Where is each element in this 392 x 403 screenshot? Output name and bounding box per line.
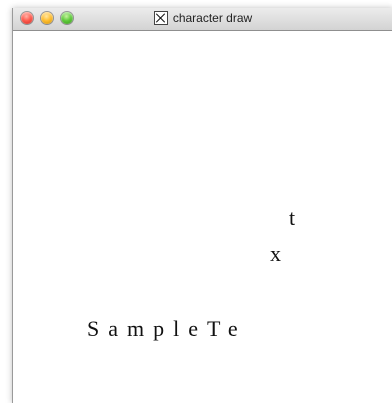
- glyph-t: t: [289, 205, 296, 230]
- title-bar[interactable]: character draw: [13, 8, 392, 31]
- app-window: character draw t x SampleTe: [12, 8, 392, 403]
- x-window-icon: [153, 11, 168, 25]
- glyph-x: x: [270, 241, 281, 266]
- sample-text: SampleTe: [87, 316, 247, 341]
- window-title-text: character draw: [172, 11, 253, 25]
- drawing-canvas[interactable]: t x SampleTe: [13, 31, 392, 403]
- window-title: character draw: [13, 11, 392, 25]
